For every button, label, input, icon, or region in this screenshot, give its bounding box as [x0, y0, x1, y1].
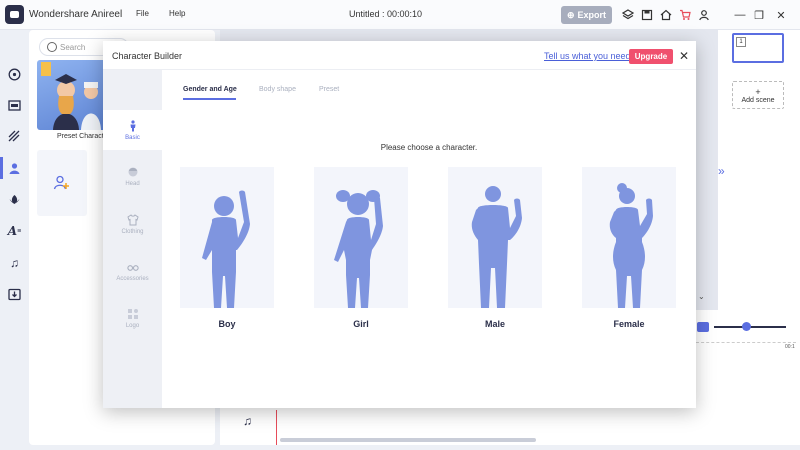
- character-card-female[interactable]: [582, 167, 676, 308]
- tab-body-shape[interactable]: Body shape: [259, 86, 296, 93]
- rail-theme-icon[interactable]: [0, 63, 29, 85]
- chevron-down-icon[interactable]: ⌄: [698, 292, 705, 301]
- rail-effects-icon[interactable]: [0, 125, 29, 147]
- rail-import-icon[interactable]: [0, 283, 29, 305]
- feedback-link[interactable]: Tell us what you need: [544, 51, 631, 61]
- upgrade-button[interactable]: Upgrade: [629, 49, 673, 64]
- left-rail: A ≡ ♫: [0, 30, 29, 450]
- category-label: Basic: [125, 134, 140, 141]
- preset-character-thumbnail[interactable]: [37, 60, 107, 130]
- character-card-boy[interactable]: [180, 167, 274, 308]
- character-label-girl: Girl: [353, 319, 369, 329]
- rail-music-icon[interactable]: ♫: [0, 252, 29, 274]
- dialog-title: Character Builder: [112, 51, 183, 61]
- male-silhouette-icon: [471, 186, 522, 308]
- tab-preset[interactable]: Preset: [319, 86, 339, 93]
- character-label-female: Female: [613, 319, 645, 329]
- expand-chevron-icon[interactable]: »: [718, 164, 725, 178]
- glasses-icon: [126, 264, 139, 271]
- category-basic[interactable]: Basic: [103, 110, 162, 150]
- girl-silhouette-icon: [334, 190, 383, 308]
- close-icon[interactable]: ✕: [678, 49, 690, 63]
- search-placeholder: Search: [60, 42, 86, 52]
- rail-text-icon[interactable]: A ≡: [0, 220, 29, 242]
- category-accessories[interactable]: Accessories: [103, 251, 162, 291]
- minimize-icon[interactable]: —: [732, 7, 748, 23]
- scene-number: 1: [736, 37, 746, 47]
- cart-icon[interactable]: [677, 7, 693, 23]
- window-close-icon[interactable]: ✕: [773, 7, 789, 23]
- horizontal-scrollbar[interactable]: [280, 438, 536, 442]
- add-character-button[interactable]: [37, 150, 87, 216]
- timeline-ruler: [696, 337, 796, 343]
- category-label: Clothing: [121, 228, 144, 235]
- account-icon[interactable]: [696, 7, 712, 23]
- timeline-end-time: 00:1: [785, 344, 795, 350]
- preset-character-art: [41, 62, 101, 130]
- restore-icon[interactable]: ❐: [751, 7, 767, 23]
- rail-media-icon[interactable]: [0, 94, 29, 116]
- character-label-male: Male: [484, 319, 505, 329]
- add-scene-button[interactable]: + Add scene: [732, 81, 784, 109]
- menu-file[interactable]: File: [136, 9, 149, 18]
- character-label-boy: Boy: [218, 319, 236, 329]
- active-tab-indicator: [183, 98, 236, 100]
- builder-content: Gender and Age Body shape Preset Please …: [162, 70, 696, 408]
- category-label: Accessories: [116, 275, 149, 282]
- music-track-icon: ♫: [243, 414, 252, 428]
- shapes-icon: [127, 308, 138, 319]
- app-name: Wondershare Anireel: [29, 9, 123, 20]
- female-silhouette-icon: [609, 183, 653, 308]
- category-label: Logo: [125, 322, 140, 329]
- add-scene-label: Add scene: [741, 96, 775, 104]
- document-title: Untitled : 00:00:10: [349, 9, 423, 19]
- rail-props-icon[interactable]: [0, 188, 29, 210]
- person-icon: [130, 119, 135, 131]
- layers-icon[interactable]: [620, 7, 636, 23]
- choose-character-prompt: Please choose a character.: [380, 143, 478, 152]
- add-user-icon: [53, 175, 69, 190]
- home-icon[interactable]: [658, 7, 674, 23]
- playhead[interactable]: [276, 410, 277, 445]
- app-logo: [5, 5, 24, 24]
- search-icon: [47, 42, 57, 52]
- character-card-girl[interactable]: [314, 167, 408, 308]
- export-icon: ⊕: [566, 9, 575, 20]
- zoom-fit-icon[interactable]: [697, 322, 709, 332]
- character-builder-dialog: Character Builder Tell us what you need …: [103, 41, 696, 408]
- save-icon[interactable]: [639, 7, 655, 23]
- scene-panel: 1 + Add scene: [718, 30, 800, 310]
- category-head[interactable]: Head: [103, 156, 162, 196]
- export-button[interactable]: ⊕ Export: [561, 6, 612, 24]
- scene-thumbnail[interactable]: 1: [732, 33, 784, 63]
- tab-gender-age[interactable]: Gender and Age: [183, 86, 237, 93]
- head-icon: [128, 167, 137, 176]
- category-logo[interactable]: Logo: [103, 298, 162, 338]
- category-clothing[interactable]: Clothing: [103, 204, 162, 244]
- category-sidebar: Basic Head Clothing Accessories Logo: [103, 70, 162, 408]
- zoom-slider-handle[interactable]: [742, 322, 751, 331]
- dialog-header: Character Builder Tell us what you need …: [103, 41, 696, 70]
- preset-character-label: Preset Characte: [57, 133, 108, 140]
- boy-silhouette-icon: [202, 190, 250, 308]
- rail-character-icon[interactable]: [0, 157, 29, 179]
- plus-icon: +: [755, 86, 761, 97]
- menu-help[interactable]: Help: [169, 9, 185, 18]
- title-bar: Wondershare Anireel File Help Untitled :…: [0, 0, 800, 30]
- shirt-icon: [126, 213, 139, 225]
- character-card-male[interactable]: [448, 167, 542, 308]
- category-label: Head: [125, 180, 140, 187]
- export-label: Export: [577, 10, 607, 20]
